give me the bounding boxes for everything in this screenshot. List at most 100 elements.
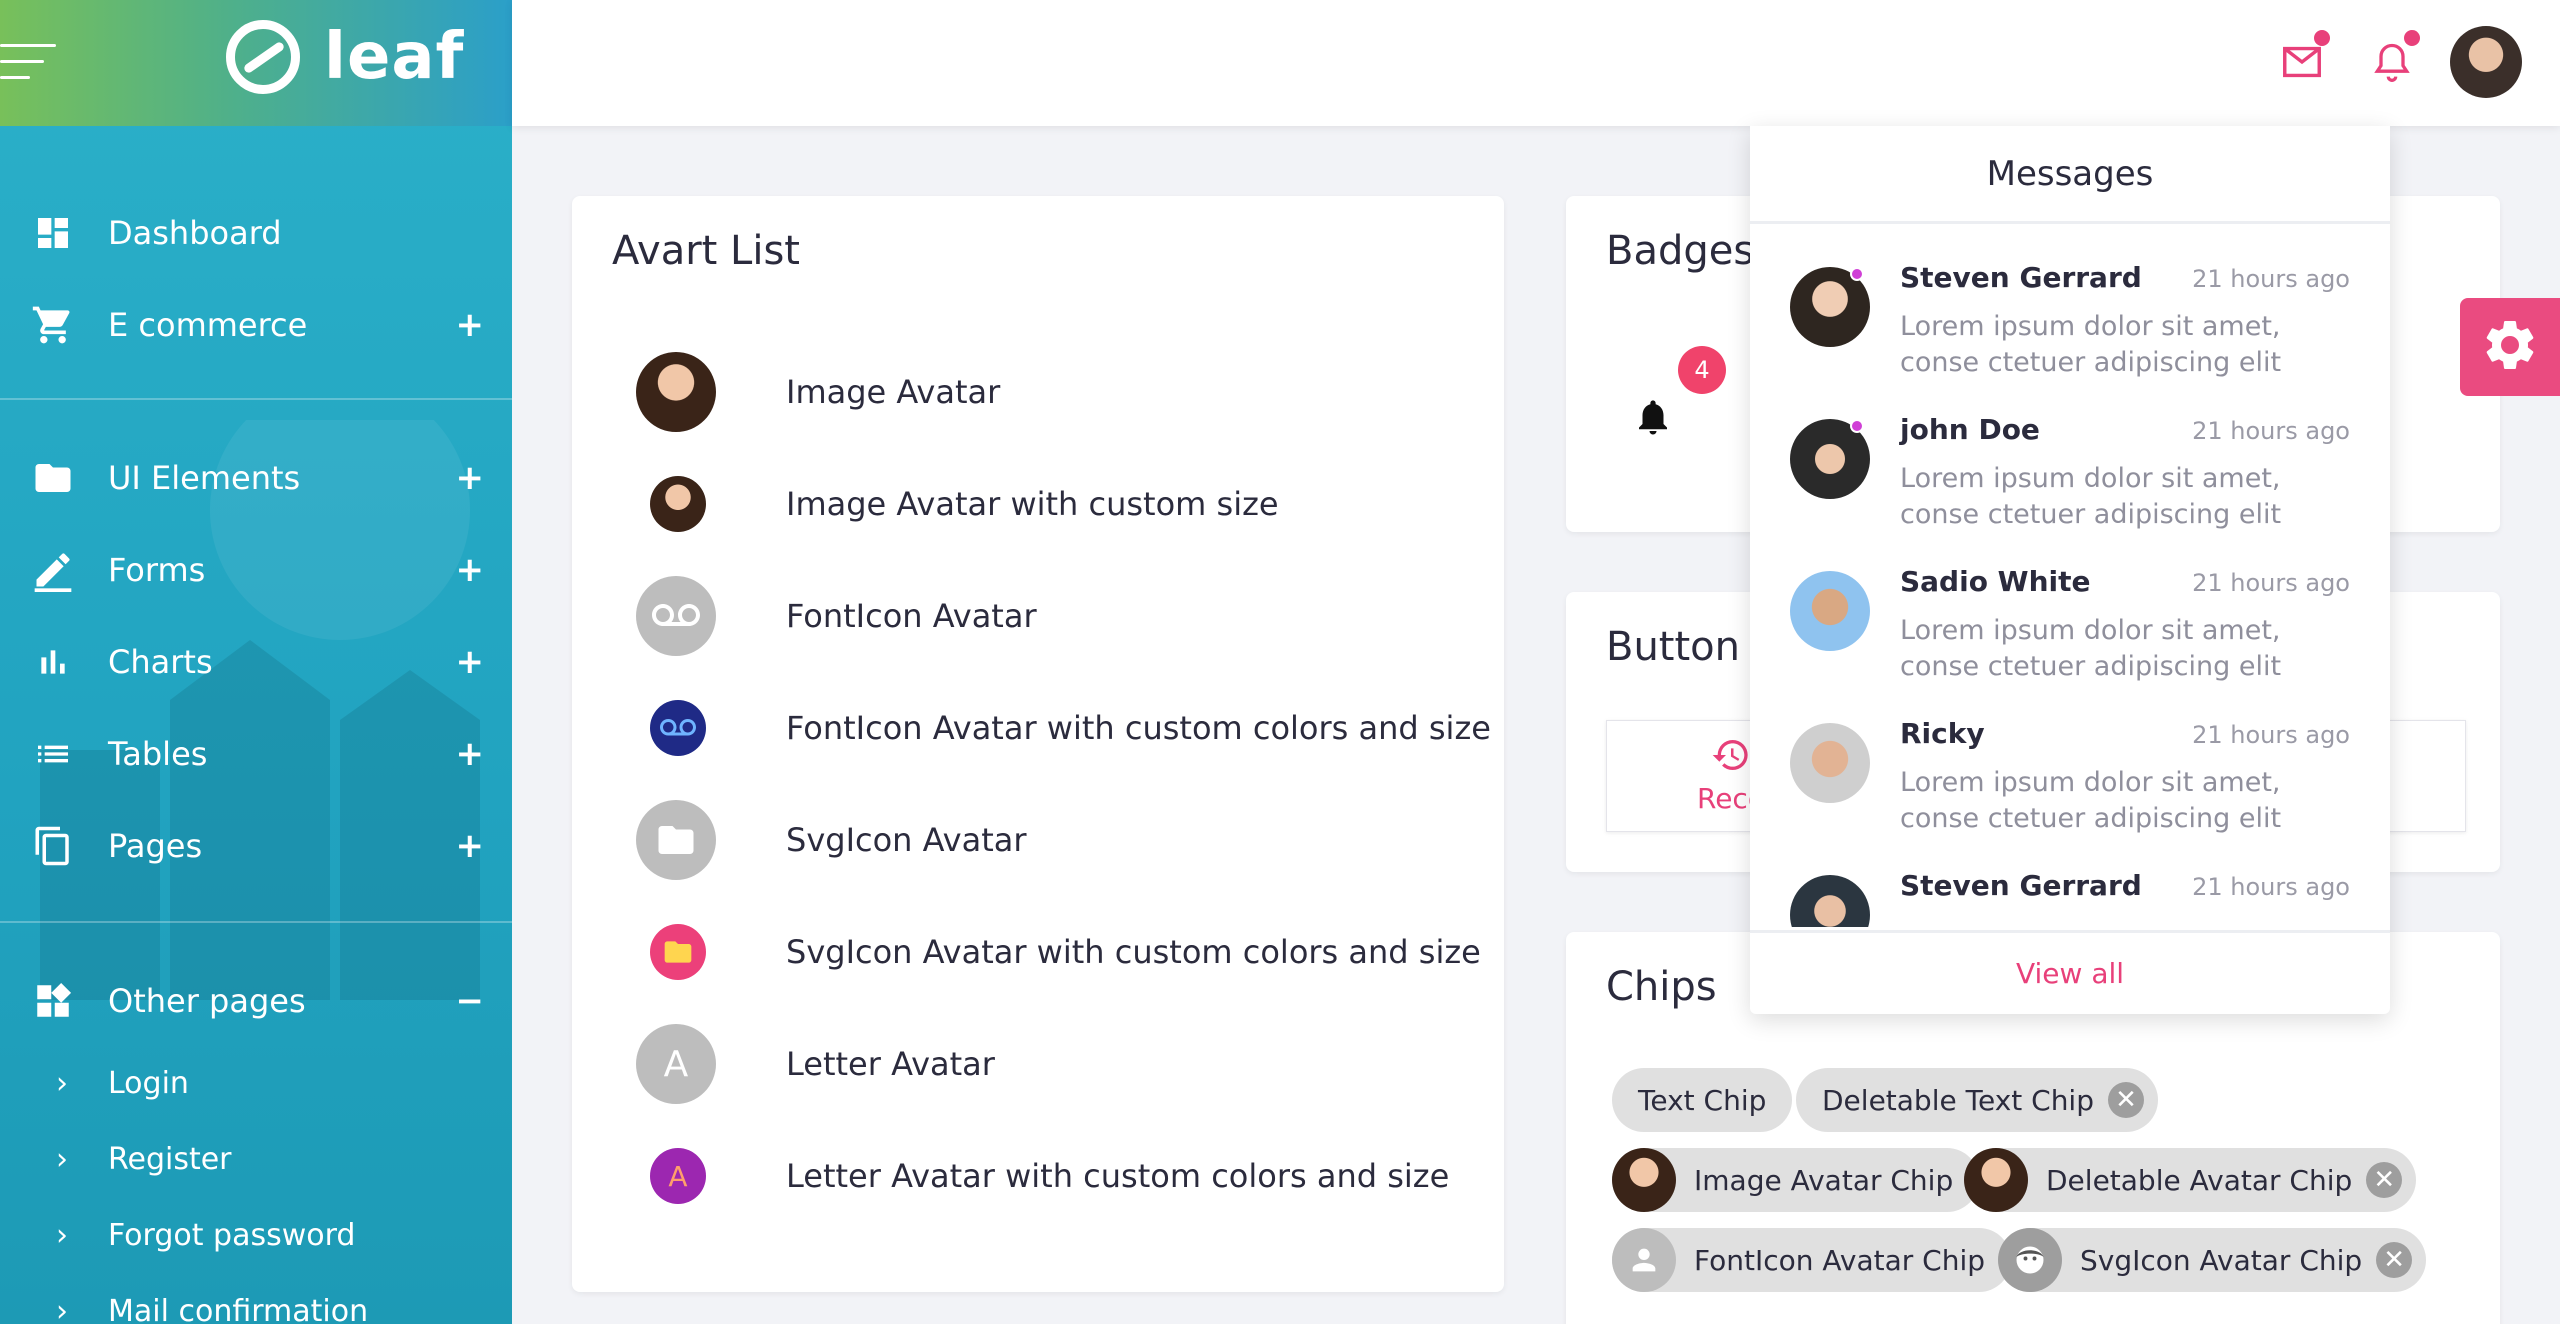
notification-dot: [2314, 30, 2330, 46]
pages-icon: [30, 823, 76, 869]
sidebar-item-dashboard[interactable]: Dashboard: [0, 193, 512, 273]
expand-icon[interactable]: +: [456, 458, 485, 498]
chip-label: Deletable Avatar Chip: [2046, 1163, 2353, 1197]
expand-icon[interactable]: +: [456, 550, 485, 590]
messages-title: Messages: [1750, 126, 2390, 224]
chip-delete-icon[interactable]: ✕: [2366, 1162, 2403, 1198]
sidebar-item-label: Dashboard: [108, 214, 282, 252]
menu-toggle-icon[interactable]: [0, 44, 56, 80]
folder-icon: [650, 924, 706, 980]
expand-icon[interactable]: +: [456, 642, 485, 682]
sidebar-subitem-mail-confirmation[interactable]: › Mail confirmation: [0, 1281, 512, 1324]
settings-button[interactable]: [2460, 298, 2560, 396]
card-title: Chips: [1606, 964, 1717, 1010]
sidebar-item-other-pages[interactable]: Other pages −: [0, 961, 512, 1041]
list-item-label: Letter Avatar with custom colors and siz…: [786, 1157, 1450, 1195]
list-item-label: FontIcon Avatar with custom colors and s…: [786, 709, 1491, 747]
sidebar-item-label: Other pages: [108, 982, 306, 1020]
user-avatar[interactable]: [2450, 26, 2522, 98]
card-title: Avart List: [612, 228, 800, 274]
message-sender: Sadio White: [1900, 565, 2091, 598]
text-chip[interactable]: Text Chip: [1612, 1068, 1793, 1132]
sidebar-item-label: Charts: [108, 643, 213, 681]
sidebar: leaf Dashboard E commerce + UI Elements …: [0, 0, 512, 1324]
avatar: [1790, 723, 1870, 803]
sidebar-subitem-register[interactable]: › Register: [0, 1129, 512, 1189]
bell-icon[interactable]: [2364, 30, 2420, 90]
chip-label: Image Avatar Chip: [1694, 1163, 1954, 1197]
message-item[interactable]: Ricky 21 hours ago Lorem ipsum dolor sit…: [1750, 683, 2390, 835]
sidebar-item-forms[interactable]: Forms +: [0, 530, 512, 610]
sidebar-divider: [0, 921, 512, 923]
sidebar-subitem-label: Register: [108, 1141, 232, 1177]
deletable-text-chip[interactable]: Deletable Text Chip ✕: [1796, 1068, 2158, 1132]
expand-icon[interactable]: +: [456, 826, 485, 866]
sidebar-subitem-label: Forgot password: [108, 1217, 356, 1253]
message-sender: Steven Gerrard: [1900, 261, 2142, 294]
messages-dropdown: Messages Steven Gerrard 21 hours ago Lor…: [1750, 126, 2390, 1014]
view-all-link[interactable]: View all: [1750, 930, 2390, 1014]
sidebar-divider: [0, 398, 512, 400]
message-item[interactable]: Sadio White 21 hours ago Lorem ipsum dol…: [1750, 531, 2390, 683]
image-avatar-small: [650, 476, 706, 532]
list-icon: [30, 731, 76, 777]
sidebar-item-label: UI Elements: [108, 459, 301, 497]
logo-text: leaf: [324, 20, 465, 94]
message-item[interactable]: Steven Gerrard 21 hours ago: [1750, 835, 2390, 927]
message-time: 21 hours ago: [2192, 265, 2350, 293]
message-preview: Lorem ipsum dolor sit amet, conse ctetue…: [1900, 615, 2282, 682]
sidebar-subitem-label: Login: [108, 1065, 189, 1101]
chip-label: Deletable Text Chip: [1822, 1083, 2094, 1117]
online-dot: [1850, 419, 1864, 433]
chip-delete-icon[interactable]: ✕: [2108, 1082, 2144, 1118]
sidebar-item-tables[interactable]: Tables +: [0, 714, 512, 794]
mail-icon[interactable]: [2274, 30, 2330, 90]
sidebar-item-ecommerce[interactable]: E commerce +: [0, 285, 512, 365]
folder-icon: [30, 455, 76, 501]
logo[interactable]: leaf: [226, 20, 464, 94]
sidebar-subitem-login[interactable]: › Login: [0, 1053, 512, 1113]
message-item[interactable]: john Doe 21 hours ago Lorem ipsum dolor …: [1750, 379, 2390, 531]
badge-count: 4: [1678, 346, 1726, 394]
message-sender: john Doe: [1900, 413, 2040, 446]
voicemail-icon: [636, 576, 716, 656]
voicemail-icon: [650, 700, 706, 756]
bell-icon[interactable]: [1632, 396, 1674, 442]
sidebar-item-charts[interactable]: Charts +: [0, 622, 512, 702]
cart-icon: [30, 302, 76, 348]
deletable-avatar-chip[interactable]: Deletable Avatar Chip ✕: [1964, 1148, 2417, 1212]
notification-dot: [2404, 30, 2420, 46]
widgets-icon: [30, 978, 76, 1024]
gear-icon: [2480, 315, 2540, 379]
message-preview: Lorem ipsum dolor sit amet, conse ctetue…: [1900, 463, 2282, 530]
fonticon-avatar-chip[interactable]: FontIcon Avatar Chip: [1612, 1228, 2012, 1292]
sidebar-item-pages[interactable]: Pages +: [0, 806, 512, 886]
svgicon-avatar-chip[interactable]: SvgIcon Avatar Chip ✕: [1998, 1228, 2427, 1292]
card-title: Badges: [1606, 228, 1755, 274]
sidebar-item-label: E commerce: [108, 306, 308, 344]
online-dot: [1850, 267, 1864, 281]
image-avatar: [636, 352, 716, 432]
collapse-icon[interactable]: −: [456, 981, 485, 1021]
sidebar-subitem-forgot-password[interactable]: › Forgot password: [0, 1205, 512, 1265]
message-item[interactable]: Steven Gerrard 21 hours ago Lorem ipsum …: [1750, 227, 2390, 379]
brand-header: leaf: [0, 0, 512, 126]
chip-delete-icon[interactable]: ✕: [2376, 1242, 2413, 1278]
chip-label: SvgIcon Avatar Chip: [2080, 1243, 2363, 1277]
messages-list[interactable]: Steven Gerrard 21 hours ago Lorem ipsum …: [1750, 227, 2390, 927]
expand-icon[interactable]: +: [456, 305, 485, 345]
chip-label: FontIcon Avatar Chip: [1694, 1243, 1986, 1277]
chevron-right-icon: ›: [56, 1217, 68, 1253]
list-item-label: SvgIcon Avatar: [786, 821, 1027, 859]
sidebar-item-ui-elements[interactable]: UI Elements +: [0, 438, 512, 518]
image-avatar-chip[interactable]: Image Avatar Chip: [1612, 1148, 1980, 1212]
expand-icon[interactable]: +: [456, 734, 485, 774]
list-item-label: Letter Avatar: [786, 1045, 995, 1083]
sidebar-item-label: Tables: [108, 735, 208, 773]
avatar-list-card: Avart List Image Avatar Image Avatar wit…: [572, 196, 1504, 1292]
list-item-label: Image Avatar: [786, 373, 1001, 411]
message-time: 21 hours ago: [2192, 873, 2350, 901]
chip-avatar: [1964, 1148, 2028, 1212]
chip-avatar: [1612, 1148, 1676, 1212]
sidebar-subitem-label: Mail confirmation: [108, 1293, 369, 1324]
